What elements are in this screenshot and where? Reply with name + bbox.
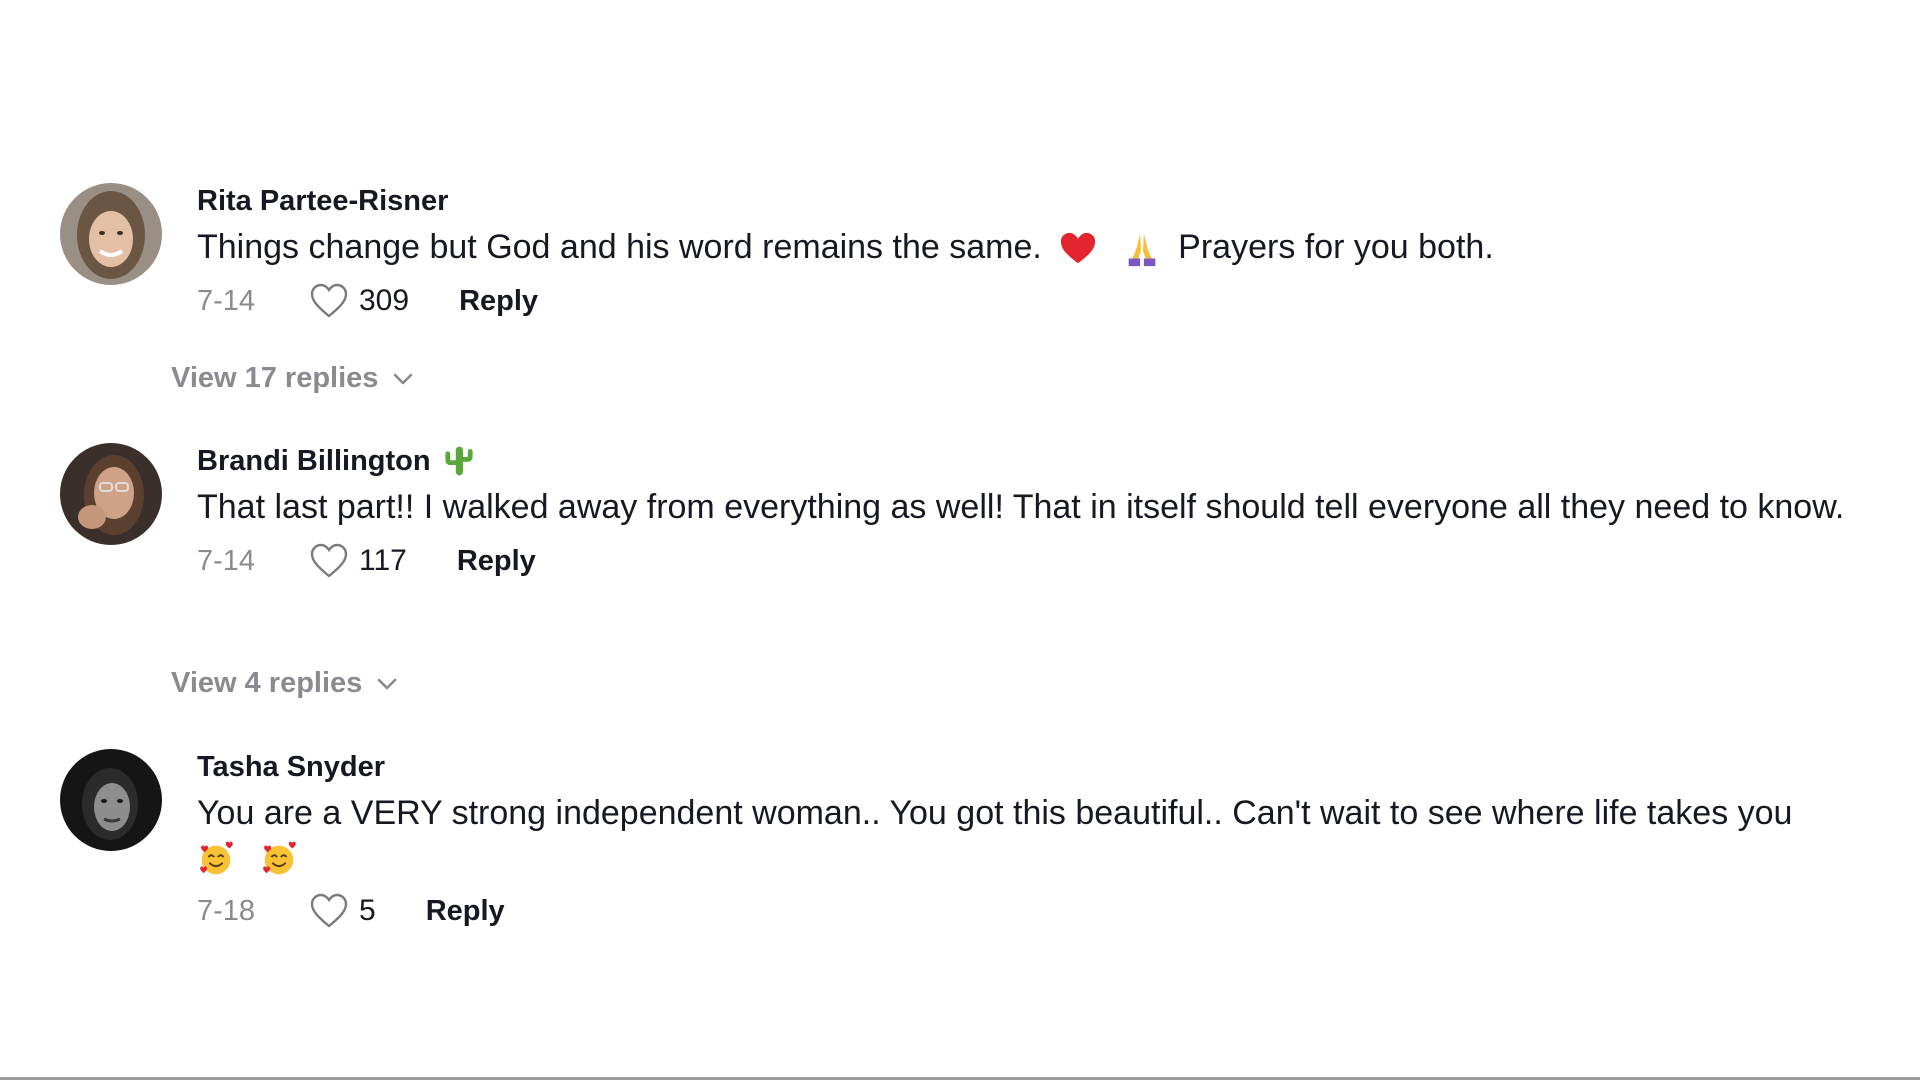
view-replies-button[interactable]: View 4 replies	[171, 667, 398, 700]
avatar[interactable]	[60, 443, 162, 545]
reply-button[interactable]: Reply	[457, 545, 536, 578]
like-count: 309	[359, 284, 410, 317]
heart-outline-icon[interactable]	[309, 542, 349, 580]
heart-outline-icon[interactable]	[309, 282, 349, 320]
smiling-face-with-hearts-emoji	[260, 840, 298, 878]
view-replies-button[interactable]: View 17 replies	[171, 362, 414, 395]
comment-date: 7-14	[197, 544, 256, 577]
comment-username[interactable]: Brandi Billington	[197, 443, 1877, 479]
like-count: 5	[359, 894, 376, 927]
like-button[interactable]: 117	[309, 542, 407, 580]
smiling-face-with-hearts-emoji	[197, 840, 235, 878]
comment-text: That last part!! I walked away from ever…	[197, 488, 1845, 526]
like-button[interactable]: 309	[309, 282, 409, 320]
heart-outline-icon[interactable]	[309, 892, 349, 930]
comment-meta: 7-14 309 Reply	[197, 279, 1877, 323]
red-heart-emoji	[1059, 230, 1097, 268]
avatar[interactable]	[60, 749, 162, 851]
comment-text: You are a VERY strong independent woman.…	[197, 791, 1877, 879]
avatar[interactable]	[60, 183, 162, 285]
folded-hands-emoji	[1123, 230, 1161, 268]
comment-date: 7-14	[197, 284, 256, 317]
comment-date: 7-18	[197, 894, 256, 927]
like-button[interactable]: 5	[309, 892, 376, 930]
comment-meta: 7-14 117 Reply	[197, 539, 1877, 583]
comment-text: Things change but God and his word remai…	[197, 225, 1877, 269]
reply-button[interactable]: Reply	[459, 285, 538, 318]
cactus-emoji	[443, 445, 475, 477]
chevron-down-icon	[378, 678, 397, 689]
chevron-down-icon	[394, 373, 413, 384]
like-count: 117	[359, 544, 407, 577]
comment-username[interactable]: Rita Partee-Risner	[197, 183, 1877, 219]
reply-button[interactable]: Reply	[426, 895, 505, 928]
comment-meta: 7-18 5 Reply	[197, 889, 1877, 933]
comment-username[interactable]: Tasha Snyder	[197, 749, 1877, 785]
